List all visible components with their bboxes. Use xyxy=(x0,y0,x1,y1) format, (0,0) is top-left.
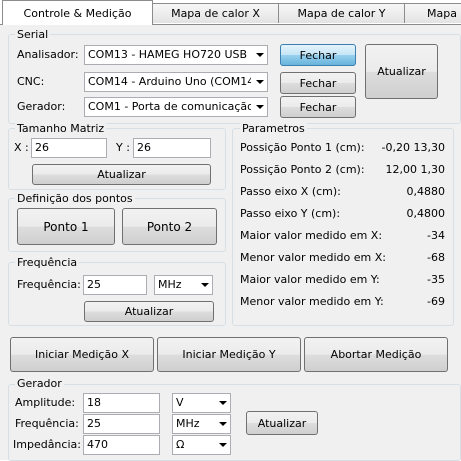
cnc-label: CNC: xyxy=(17,75,45,88)
tab-mapa-more[interactable]: Mapa c xyxy=(404,3,461,23)
gerador-frequencia-unit-select[interactable]: MHz xyxy=(172,414,231,434)
chevron-down-icon xyxy=(201,283,209,287)
tab-mapa-calor-y[interactable]: Mapa de calor Y xyxy=(278,3,405,23)
param-value-0: -0,20 13,30 xyxy=(381,141,445,154)
gerador-frequencia-label: Frequência: xyxy=(15,417,79,430)
impedancia-label: Impedância: xyxy=(13,438,81,451)
gerador-serial-select-value: COM1 - Porta de comunicação xyxy=(88,100,251,113)
cnc-select[interactable]: COM14 - Arduino Uno (COM14) xyxy=(84,72,268,92)
tab-panel-controle: Serial Analisador: COM13 - HAMEG HO720 U… xyxy=(0,24,461,461)
ponto2-button[interactable]: Ponto 2 xyxy=(122,208,217,245)
tab-controle-medicao[interactable]: Controle & Medição xyxy=(2,0,153,25)
gerador-group-title: Gerador xyxy=(15,377,64,390)
analisador-select[interactable]: COM13 - HAMEG HO720 USB Serial Port xyxy=(84,45,268,65)
amplitude-unit-value: V xyxy=(176,396,184,409)
pontos-group-title: Definição dos pontos xyxy=(15,192,135,205)
frequencia-unit-value: MHz xyxy=(158,278,182,291)
gerador-serial-select[interactable]: COM1 - Porta de comunicação xyxy=(84,97,268,117)
param-label-0: Possição Ponto 1 (cm): xyxy=(240,141,365,154)
matriz-y-input[interactable]: 26 xyxy=(133,138,211,158)
param-value-3: 0,4800 xyxy=(406,207,446,220)
gerador-frequencia-input[interactable]: 25 xyxy=(83,414,160,434)
param-value-5: -68 xyxy=(427,251,445,264)
matriz-y-label: Y : xyxy=(116,141,130,154)
param-label-7: Menor valor medido em Y: xyxy=(240,295,384,308)
ponto1-button[interactable]: Ponto 1 xyxy=(17,208,115,245)
abortar-medicao-button[interactable]: Abortar Medição xyxy=(304,337,448,372)
param-value-2: 0,4880 xyxy=(406,185,446,198)
frequencia-unit-select[interactable]: MHz xyxy=(154,275,213,295)
chevron-down-icon xyxy=(219,401,227,405)
iniciar-medicao-y-button[interactable]: Iniciar Medição Y xyxy=(157,337,301,372)
serial-group-title: Serial xyxy=(15,28,51,41)
param-label-5: Menor valor medido em X: xyxy=(240,251,386,264)
impedancia-unit-select[interactable]: Ω xyxy=(172,435,231,455)
param-label-1: Possição Ponto 2 (cm): xyxy=(240,163,365,176)
cnc-select-value: COM14 - Arduino Uno (COM14) xyxy=(88,75,251,88)
chevron-down-icon xyxy=(256,53,264,57)
amplitude-unit-select[interactable]: V xyxy=(172,393,231,413)
param-label-4: Maior valor medido em X: xyxy=(240,229,383,242)
fechar-cnc-button[interactable]: Fechar xyxy=(280,72,356,94)
chevron-down-icon xyxy=(256,80,264,84)
fechar-gerador-button[interactable]: Fechar xyxy=(280,96,356,118)
frequencia-input[interactable]: 25 xyxy=(83,275,147,295)
amplitude-label: Amplitude: xyxy=(15,396,76,409)
param-value-6: -35 xyxy=(427,273,445,286)
analisador-label: Analisador: xyxy=(17,48,79,61)
atualizar-serial-button[interactable]: Atualizar xyxy=(365,44,438,99)
param-label-2: Passo eixo X (cm): xyxy=(240,185,341,198)
tab-mapa-calor-x[interactable]: Mapa de calor X xyxy=(152,3,279,23)
param-value-4: -34 xyxy=(427,229,445,242)
param-label-6: Maior valor medido em Y: xyxy=(240,273,380,286)
matriz-x-label: X : xyxy=(14,141,29,154)
analisador-select-value: COM13 - HAMEG HO720 USB Serial Port xyxy=(88,48,251,61)
matriz-group-title: Tamanho Matriz xyxy=(15,122,107,135)
frequencia-group-title: Frequência xyxy=(15,256,80,269)
chevron-down-icon xyxy=(256,105,264,109)
param-value-7: -69 xyxy=(427,295,445,308)
param-value-1: 12,00 1,30 xyxy=(385,163,445,176)
gerador-serial-label: Gerador: xyxy=(17,100,66,113)
impedancia-input[interactable]: 470 xyxy=(83,435,160,455)
gerador-frequencia-unit-value: MHz xyxy=(176,417,200,430)
impedancia-unit-value: Ω xyxy=(176,438,185,451)
parametros-group-title: Parametros xyxy=(240,122,307,135)
atualizar-gerador-button[interactable]: Atualizar xyxy=(246,411,318,435)
atualizar-matriz-button[interactable]: Atualizar xyxy=(32,164,211,185)
chevron-down-icon xyxy=(219,443,227,447)
amplitude-input[interactable]: 18 xyxy=(83,393,160,413)
frequencia-label: Frequência: xyxy=(17,278,81,291)
iniciar-medicao-x-button[interactable]: Iniciar Medição X xyxy=(10,337,154,372)
param-label-3: Passo eixo Y (cm): xyxy=(240,207,341,220)
matriz-x-input[interactable]: 26 xyxy=(31,138,107,158)
chevron-down-icon xyxy=(219,422,227,426)
atualizar-frequencia-button[interactable]: Atualizar xyxy=(84,301,214,322)
fechar-analisador-button[interactable]: Fechar xyxy=(280,44,356,66)
